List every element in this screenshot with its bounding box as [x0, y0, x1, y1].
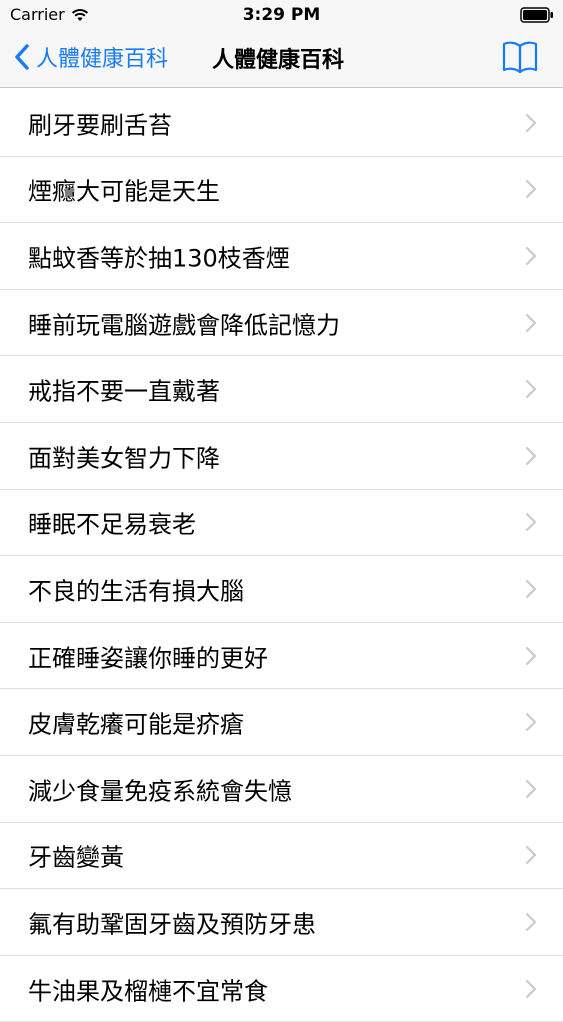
- list-item[interactable]: 正確睡姿讓你睡的更好: [0, 623, 563, 690]
- back-button-label: 人體健康百科: [36, 47, 169, 72]
- navigation-bar: 人體健康百科 人體健康百科: [0, 30, 563, 88]
- article-list: 刷牙要刷舌苔煙癮大可能是天生點蚊香等於抽130枝香煙睡前玩電腦遊戲會降低記憶力戒…: [0, 90, 563, 1022]
- chevron-right-icon: [526, 446, 536, 465]
- chevron-right-icon: [526, 380, 536, 399]
- chevron-right-icon: [526, 713, 536, 732]
- chevron-right-icon: [526, 180, 536, 199]
- chevron-right-icon: [526, 246, 536, 265]
- chevron-right-icon: [526, 313, 536, 332]
- list-item-label: 戒指不要一直戴著: [28, 377, 220, 406]
- list-item[interactable]: 皮膚乾癢可能是疥瘡: [0, 689, 563, 756]
- list-item[interactable]: 點蚊香等於抽130枝香煙: [0, 223, 563, 290]
- list-item-label: 刷牙要刷舌苔: [28, 111, 172, 140]
- list-item-label: 不良的生活有損大腦: [28, 577, 244, 606]
- list-item-label: 減少食量免疫系統會失憶: [28, 777, 292, 806]
- list-item-label: 氟有助鞏固牙齒及預防牙患: [28, 910, 316, 939]
- list-item[interactable]: 面對美女智力下降: [0, 423, 563, 490]
- list-item-label: 面對美女智力下降: [28, 444, 220, 473]
- chevron-left-icon: [15, 44, 29, 70]
- status-time: 3:29 PM: [242, 5, 321, 25]
- list-item-label: 牛油果及榴槤不宜常食: [28, 977, 268, 1006]
- chevron-right-icon: [526, 513, 536, 532]
- battery-icon: [520, 7, 553, 23]
- list-item-label: 正確睡姿讓你睡的更好: [28, 644, 268, 673]
- top-bar: Carrier 3:29 PM 人體健康百科 人體健康百科: [0, 0, 563, 88]
- list-item[interactable]: 牙齒變黃: [0, 823, 563, 890]
- list-item-label: 煙癮大可能是天生: [28, 177, 220, 206]
- list-item[interactable]: 睡前玩電腦遊戲會降低記憶力: [0, 290, 563, 357]
- chevron-right-icon: [526, 779, 536, 798]
- book-icon[interactable]: [501, 40, 539, 74]
- list-item[interactable]: 煙癮大可能是天生: [0, 157, 563, 224]
- list-item[interactable]: 戒指不要一直戴著: [0, 356, 563, 423]
- list-item-label: 睡前玩電腦遊戲會降低記憶力: [28, 311, 340, 340]
- list-item-label: 睡眠不足易衰老: [28, 510, 196, 539]
- list-item[interactable]: 減少食量免疫系統會失憶: [0, 756, 563, 823]
- chevron-right-icon: [526, 979, 536, 998]
- list-item[interactable]: 牛油果及榴槤不宜常食: [0, 956, 563, 1022]
- chevron-right-icon: [526, 646, 536, 665]
- list-item-label: 牙齒變黃: [28, 843, 124, 872]
- list-item-label: 點蚊香等於抽130枝香煙: [28, 244, 290, 273]
- status-bar: Carrier 3:29 PM: [0, 0, 563, 30]
- chevron-right-icon: [526, 846, 536, 865]
- list-item-label: 皮膚乾癢可能是疥瘡: [28, 710, 244, 739]
- list-item[interactable]: 氟有助鞏固牙齒及預防牙患: [0, 889, 563, 956]
- back-button[interactable]: 人體健康百科: [12, 40, 168, 74]
- chevron-right-icon: [526, 113, 536, 132]
- list-item[interactable]: 不良的生活有損大腦: [0, 556, 563, 623]
- list-item[interactable]: 睡眠不足易衰老: [0, 490, 563, 557]
- chevron-right-icon: [526, 579, 536, 598]
- page-title: 人體健康百科: [212, 48, 345, 73]
- list-item[interactable]: 刷牙要刷舌苔: [0, 90, 563, 157]
- chevron-right-icon: [526, 912, 536, 931]
